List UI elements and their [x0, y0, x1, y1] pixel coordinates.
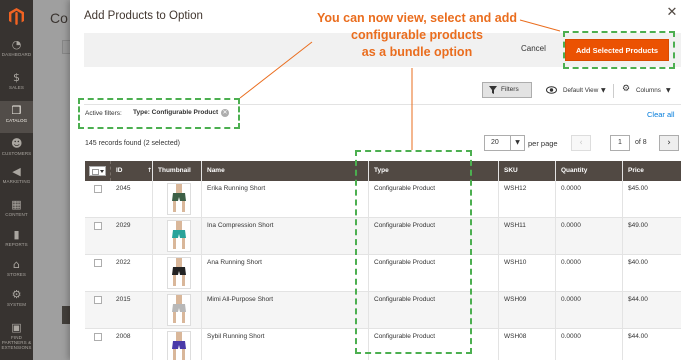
connector-to-active-filter: [239, 41, 313, 99]
callout-connector-lines: [239, 19, 561, 150]
connector-to-add-button: [519, 19, 561, 32]
